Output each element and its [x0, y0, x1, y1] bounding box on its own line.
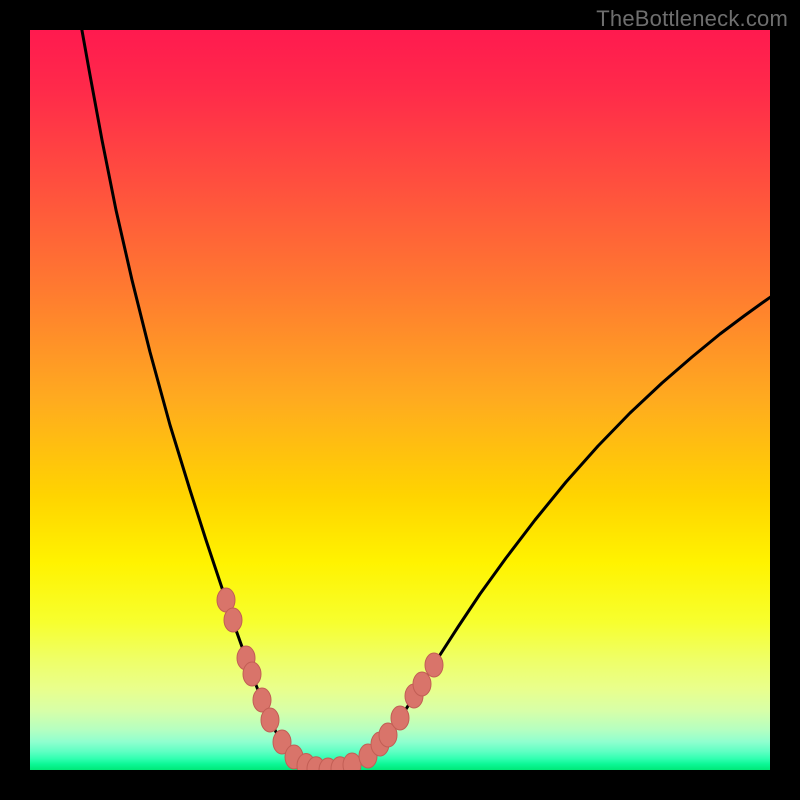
plot-area	[30, 30, 770, 770]
chart-frame: TheBottleneck.com	[0, 0, 800, 800]
sample-dot	[391, 706, 409, 730]
watermark-text: TheBottleneck.com	[596, 6, 788, 32]
sample-dot	[261, 708, 279, 732]
sample-dot	[413, 672, 431, 696]
sample-dot	[425, 653, 443, 677]
sample-dot	[243, 662, 261, 686]
sample-dot	[224, 608, 242, 632]
gradient-background	[30, 30, 770, 770]
